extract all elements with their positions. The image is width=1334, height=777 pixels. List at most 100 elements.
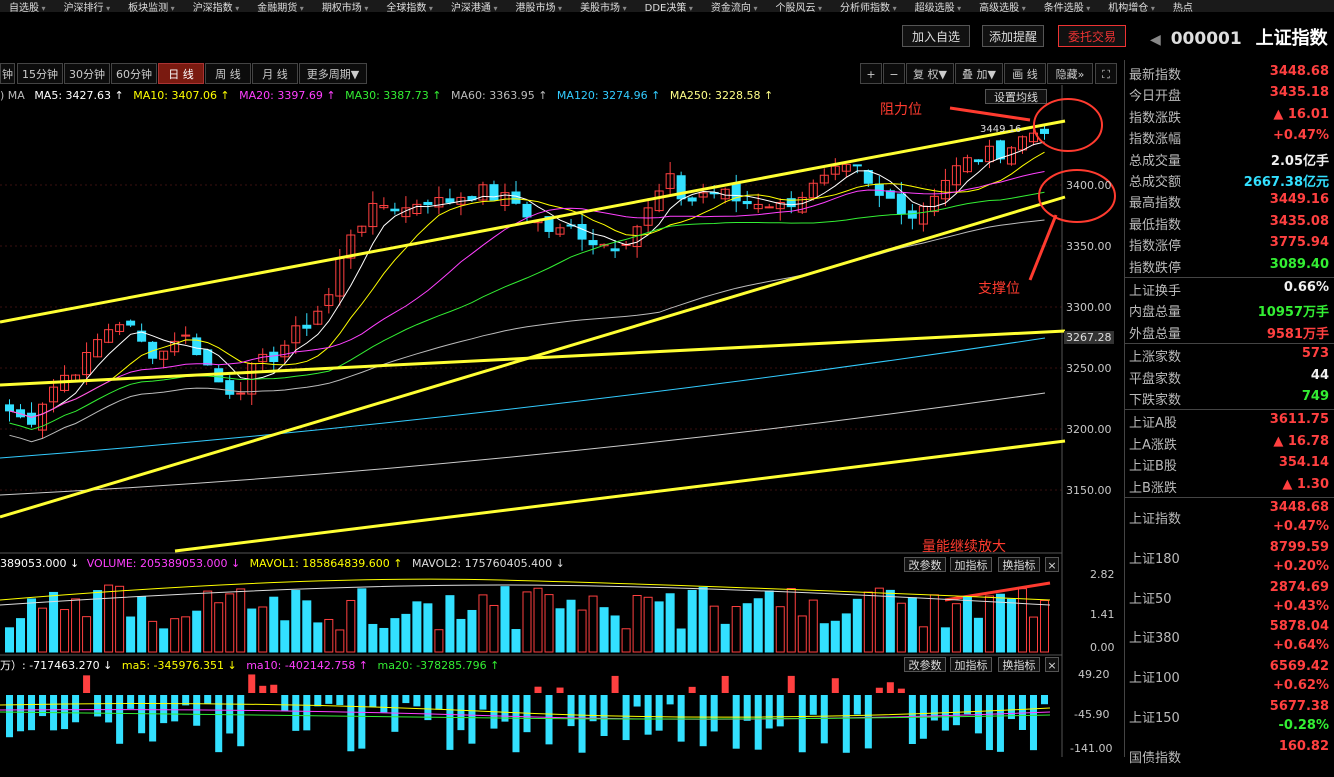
menu-item[interactable]: 超级选股 (906, 3, 971, 12)
period-more[interactable]: 更多周期▼ (299, 63, 367, 84)
ab-row[interactable]: 上证B股 354.14 (1129, 453, 1331, 474)
period-weekly[interactable]: 周 线 (205, 63, 251, 84)
quote-row[interactable]: 指数跌停 3089.40 (1129, 255, 1331, 276)
vol-change-params-button[interactable]: 改参数 (904, 557, 946, 572)
zoom-in-button[interactable]: + (860, 63, 882, 84)
quote-row[interactable]: 指数涨停 3775.94 (1129, 233, 1331, 254)
trade-button[interactable]: 委托交易 (1058, 25, 1126, 47)
index-row[interactable]: 上证380 5878.04 +0.64% (1129, 617, 1331, 657)
menu-item[interactable]: 条件选股 (1035, 3, 1100, 12)
period-15min[interactable]: 15分钟 (17, 63, 63, 84)
volume-bar (951, 603, 961, 653)
menu-item[interactable]: DDE决策 (636, 3, 702, 12)
ab-row[interactable]: 上B涨跌 ▲ 1.30 (1129, 475, 1331, 496)
zoom-out-button[interactable]: − (883, 63, 905, 84)
volume-bar (764, 590, 774, 653)
volume-bar (324, 618, 334, 653)
draw-line-button[interactable]: 画 线 (1004, 63, 1046, 84)
menu-item[interactable]: 沪深港通 (442, 3, 507, 12)
menu-item[interactable]: 板块监测 (119, 3, 184, 12)
vol-add-indicator-button[interactable]: 加指标 (950, 557, 992, 572)
volume-bar (522, 591, 532, 653)
candle-body (126, 320, 136, 326)
menu-item[interactable]: 个股风云 (766, 3, 831, 12)
index-row[interactable]: 上证指数 3448.68 +0.47% (1129, 498, 1331, 538)
period-minute[interactable]: 钟 (0, 63, 15, 84)
menu-item[interactable]: 金融期货 (248, 3, 313, 12)
vol-close-icon[interactable]: × (1045, 557, 1059, 572)
volume-bar (236, 588, 246, 653)
menu-item[interactable]: 分析师指数 (831, 3, 906, 12)
ind-add-indicator-button[interactable]: 加指标 (950, 657, 992, 672)
volume-bar (456, 618, 466, 653)
volume-bar (1006, 598, 1016, 653)
menu-item[interactable]: 资金流向 (702, 3, 767, 12)
index-change: +0.64% (1273, 638, 1329, 654)
volume-bar (731, 606, 741, 653)
volume-bar (863, 591, 873, 653)
quote-row[interactable]: 总成交量 2.05亿手 (1129, 148, 1331, 169)
ab-row[interactable]: 上A涨跌 ▲ 16.78 (1129, 432, 1331, 453)
volume-bar (940, 627, 950, 653)
menu-item[interactable]: 美股市场 (571, 3, 636, 12)
menu-item[interactable]: 港股市场 (507, 3, 572, 12)
menu-item[interactable]: 沪深排行 (55, 3, 120, 12)
add-watchlist-button[interactable]: 加入自选 (902, 25, 970, 47)
stats-row[interactable]: 内盘总量 10957万手 (1129, 299, 1331, 320)
add-alert-button[interactable]: 添加提醒 (982, 25, 1044, 47)
volume-bar (1039, 600, 1050, 653)
index-row[interactable]: 上证100 6569.42 +0.62% (1129, 657, 1331, 697)
ab-row[interactable]: 上证A股 3611.75 (1129, 410, 1331, 431)
period-60min[interactable]: 60分钟 (111, 63, 157, 84)
fullscreen-icon[interactable]: ⛶ (1095, 63, 1117, 84)
indicator-bar (688, 686, 696, 693)
period-monthly[interactable]: 月 线 (252, 63, 298, 84)
indicator-bar (963, 695, 971, 715)
volume-bar (357, 588, 367, 653)
index-row[interactable]: 上证180 8799.59 +0.20% (1129, 538, 1331, 578)
quote-row[interactable]: 最低指数 3435.08 (1129, 212, 1331, 233)
index-name: 国债指数 (1129, 750, 1182, 766)
stats-row[interactable]: 上证换手 0.66% (1129, 278, 1331, 299)
volume-bar (632, 595, 642, 653)
volume-bar (181, 616, 191, 653)
ind-ma10: ma10: -402142.758 ↑ (246, 659, 369, 672)
quote-row[interactable]: 指数涨幅 +0.47% (1129, 126, 1331, 147)
ind-change-params-button[interactable]: 改参数 (904, 657, 946, 672)
vol-switch-indicator-button[interactable]: 换指标 (998, 557, 1040, 572)
menu-item[interactable]: 期权市场 (313, 3, 378, 12)
menu-item[interactable]: 高级选股 (970, 3, 1035, 12)
period-daily[interactable]: 日 线 (158, 63, 204, 84)
index-row[interactable]: 上证150 5677.38 -0.28% (1129, 697, 1331, 737)
indicator-bar (72, 695, 80, 723)
overlay-button[interactable]: 叠 加▼ (955, 63, 1003, 84)
quote-label: 最新指数 (1129, 68, 1182, 83)
menu-item[interactable]: 全球指数 (377, 3, 442, 12)
quote-row[interactable]: 指数涨跌 ▲ 16.01 (1129, 105, 1331, 126)
hide-button[interactable]: 隐藏» (1047, 63, 1093, 84)
stats-row[interactable]: 外盘总量 9581万手 (1129, 321, 1331, 342)
menu-item[interactable]: 沪深指数 (184, 3, 249, 12)
indicator-bar (732, 695, 740, 749)
breadth-row[interactable]: 下跌家数 749 (1129, 387, 1331, 408)
restore-rights-button[interactable]: 复 权▼ (906, 63, 954, 84)
quote-row[interactable]: 最新指数 3448.68 (1129, 62, 1331, 83)
quote-row[interactable]: 总成交额 2667.38亿元 (1129, 169, 1331, 190)
menu-item[interactable]: 热点 (1164, 3, 1202, 12)
menu-item[interactable]: 机构增仓 (1099, 3, 1164, 12)
volume-bar (797, 615, 807, 653)
breadth-row[interactable]: 平盘家数 44 (1129, 366, 1331, 387)
prev-arrow-icon[interactable]: ◀ (1150, 32, 1161, 48)
volume-bar (148, 620, 158, 653)
ind-close-icon[interactable]: × (1045, 657, 1059, 672)
ind-switch-indicator-button[interactable]: 换指标 (998, 657, 1040, 672)
volume-legend: 389053.000 ↓ VOLUME: 205389053.000 ↓ MAV… (0, 557, 565, 570)
quote-row[interactable]: 最高指数 3449.16 (1129, 190, 1331, 211)
vol-tick-mid: 1.41 (1090, 608, 1115, 621)
period-30min[interactable]: 30分钟 (64, 63, 110, 84)
breadth-row[interactable]: 上涨家数 573 (1129, 344, 1331, 365)
menu-item[interactable]: 自选股 (0, 3, 55, 12)
index-row[interactable]: 上证50 2874.69 +0.43% (1129, 578, 1331, 618)
quote-row[interactable]: 今日开盘 3435.18 (1129, 83, 1331, 104)
indicator-bar (1040, 695, 1048, 705)
